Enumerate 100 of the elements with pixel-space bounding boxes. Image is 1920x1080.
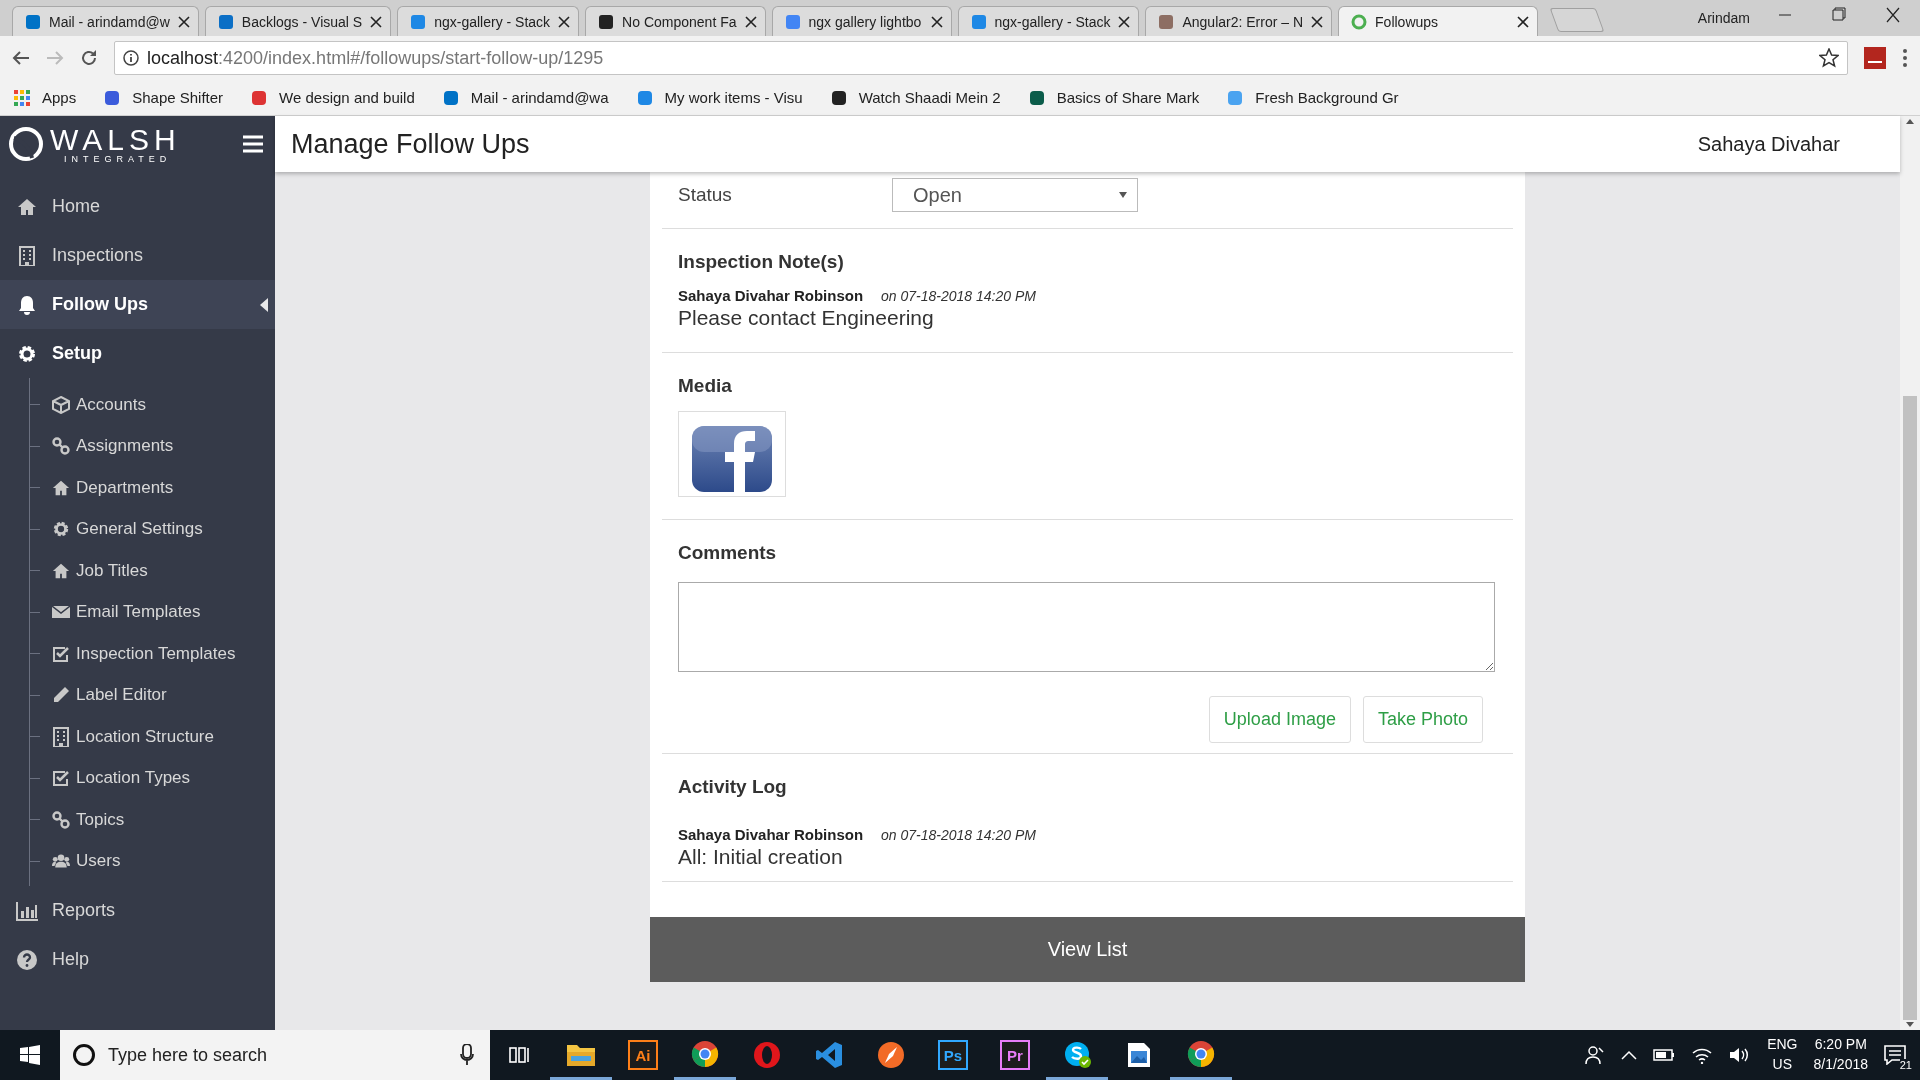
wifi-icon[interactable] [1691,1046,1714,1064]
nav-subitem[interactable]: Location Types [30,757,275,799]
bookmark-favicon-icon [1227,89,1244,106]
home-icon [52,561,70,580]
task-view-icon[interactable] [509,1045,531,1065]
bookmark[interactable]: Mail - arindamd@wa [442,89,609,106]
nav-subitem[interactable]: Departments [30,467,275,509]
opera-icon[interactable] [753,1041,781,1069]
skype-icon[interactable] [1063,1039,1091,1068]
bookmark[interactable]: Watch Shaadi Mein 2 [830,89,1001,106]
nav-item[interactable]: Reports [0,886,275,935]
app-icon[interactable]: Ai [628,1040,658,1070]
user-name[interactable]: Sahaya Divahar [1697,132,1840,156]
comment-field[interactable] [678,582,1495,672]
region-indicator[interactable]: US [1772,1055,1793,1075]
pencil-icon [52,686,70,705]
language-indicator[interactable]: ENG [1767,1035,1798,1055]
nav-item[interactable]: Home [0,182,275,231]
close-icon[interactable] [930,15,943,28]
address-bar[interactable]: localhost:4200/index.html#/followups/start-follow-up/1295 [114,41,1848,75]
view-list-button[interactable]: View List [650,917,1525,982]
nav-subitem[interactable]: Topics [30,799,275,841]
action-button[interactable]: Take Photo [1362,696,1483,743]
app-icon[interactable]: Pr [1000,1040,1030,1070]
reload-icon[interactable] [80,49,98,67]
nav-subitem[interactable]: Job Titles [30,550,275,592]
nav-subitem[interactable]: Accounts [30,384,275,426]
note-text: Please contact Engineering [678,306,935,330]
nav-item[interactable]: Setup [0,329,275,378]
browser-tab[interactable]: ngx-gallery - Stack [957,6,1140,36]
author-name: Sahaya Divahar Robinson [678,826,864,843]
code-editor-icon[interactable] [815,1041,843,1069]
favicon-icon [784,13,801,30]
extension-icon[interactable] [1864,47,1886,69]
page-title: Manage Follow Ups [291,128,530,160]
checkbox-icon [52,644,70,663]
nav-subitem[interactable]: Email Templates [30,591,275,633]
close-icon[interactable] [1517,15,1530,28]
caret-icon [1119,192,1127,198]
nav-item[interactable]: Follow Ups [0,280,275,329]
building-icon [52,726,70,747]
section-heading: Media [678,375,733,397]
browser-tab[interactable]: Followups [1338,6,1539,36]
bookmark[interactable]: My work items - Visu [636,89,803,106]
chrome-icon[interactable] [691,1039,719,1068]
close-icon[interactable] [1311,15,1324,28]
compass-icon[interactable] [877,1041,905,1069]
app-icon[interactable]: Ps [938,1040,968,1070]
close-icon[interactable] [370,15,383,28]
menu-icon[interactable] [243,135,263,153]
nav-subitem[interactable]: Location Structure [30,716,275,758]
browser-tab[interactable]: Mail - arindamd@w [12,6,199,36]
people-icon[interactable] [1585,1045,1606,1065]
taskbar-search[interactable]: Type here to search [60,1030,490,1080]
bookmark[interactable]: We design and build [251,89,415,106]
close-icon[interactable] [744,15,757,28]
close-icon[interactable] [558,15,571,28]
bookmark-favicon-icon [1028,89,1045,106]
scrollbar-thumb[interactable] [1903,396,1917,1020]
chrome-icon[interactable] [1187,1039,1215,1068]
windows-icon[interactable] [20,1045,40,1065]
media-thumbnail[interactable] [678,411,786,497]
clock-time[interactable]: 6:20 PM [1814,1035,1867,1055]
microphone-icon[interactable] [460,1044,474,1066]
photos-icon[interactable] [1125,1041,1153,1069]
nav-subitem[interactable]: Users [30,840,275,882]
browser-tab[interactable]: No Component Fa [585,6,766,36]
browser-tab[interactable]: Angular2: Error – N [1145,6,1333,36]
bell-icon [16,294,38,315]
close-icon[interactable] [177,15,190,28]
clock-date[interactable]: 8/1/2018 [1813,1055,1868,1075]
favicon-icon [1351,13,1368,30]
nav-item[interactable]: Help [0,935,275,984]
bookmark-favicon-icon [830,89,847,106]
nav-subitem[interactable]: General Settings [30,508,275,550]
bookmark[interactable]: Apps [14,89,77,106]
bookmark[interactable]: Fresh Background Gr [1227,89,1399,106]
bookmark[interactable]: Shape Shifter [104,89,224,106]
back-icon[interactable] [12,49,30,67]
envelope-icon [52,605,70,620]
star-icon[interactable] [1819,48,1839,68]
close-icon[interactable] [1118,15,1131,28]
author-name: Sahaya Divahar Robinson [678,287,864,304]
nav-subitem[interactable]: Inspection Templates [30,633,275,675]
browser-tab[interactable]: ngx-gallery - Stack [397,6,580,36]
battery-icon[interactable] [1653,1049,1676,1061]
nav-item[interactable]: Inspections [0,231,275,280]
nav-subitem[interactable]: Label Editor [30,674,275,716]
status-dropdown[interactable]: Open [892,178,1138,212]
browser-tab[interactable]: ngx gallery lightbo [771,6,952,36]
users-icon [52,852,70,871]
bookmark[interactable]: Basics of Share Mark [1028,89,1200,106]
menu-icon[interactable] [1902,48,1908,68]
search-icon [72,1043,96,1067]
nav-subitem[interactable]: Assignments [30,425,275,467]
chevron-up-icon[interactable] [1621,1050,1638,1060]
browser-tab[interactable]: Backlogs - Visual S [204,6,392,36]
profile-name[interactable]: Arindam [1697,10,1750,26]
favicon-icon [25,13,41,30]
section-heading: Comments [678,542,778,564]
